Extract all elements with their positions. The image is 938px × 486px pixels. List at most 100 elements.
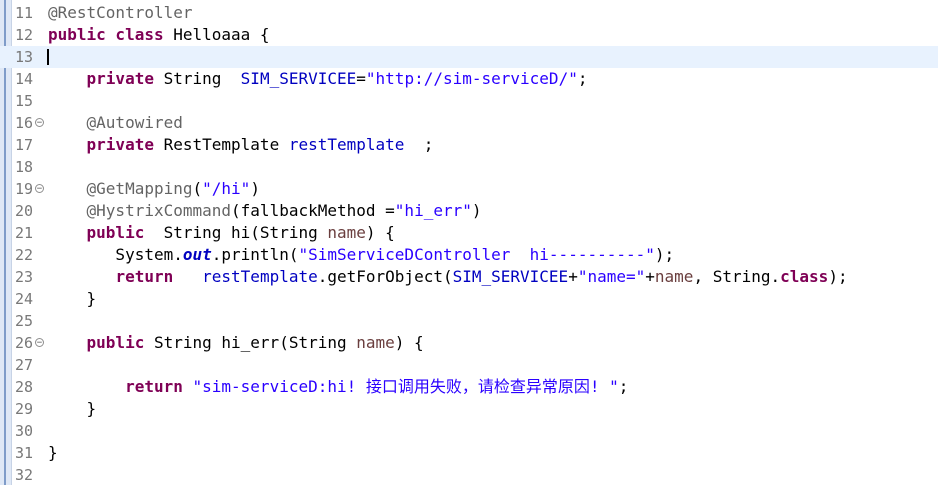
code-token: ; xyxy=(404,135,434,154)
code-line[interactable]: 19− @GetMapping("/hi") xyxy=(0,178,938,200)
code-token: @HystrixCommand xyxy=(86,201,232,220)
code-line[interactable]: 15 xyxy=(0,90,938,112)
code-token: String xyxy=(153,69,241,88)
code-line[interactable]: 25 xyxy=(0,310,938,332)
code-line[interactable]: 11 @RestController xyxy=(0,2,938,24)
code-text[interactable]: @HystrixCommand(fallbackMethod ="hi_err"… xyxy=(48,200,482,222)
line-number: 22 xyxy=(15,246,34,264)
code-token: ; xyxy=(618,377,629,396)
code-token: "hi_err" xyxy=(394,201,472,220)
code-token: name xyxy=(327,223,366,242)
code-token: name xyxy=(654,267,694,286)
code-line[interactable]: 24 } xyxy=(0,288,938,310)
code-token: String hi(String xyxy=(144,223,328,242)
code-text[interactable]: } xyxy=(48,398,97,420)
code-text[interactable]: return restTemplate.getForObject(SIM_SER… xyxy=(48,266,848,288)
code-line[interactable]: 20 @HystrixCommand(fallbackMethod ="hi_e… xyxy=(0,200,938,222)
code-token: ( xyxy=(192,179,203,198)
code-line[interactable]: 13 xyxy=(0,46,938,68)
fold-collapse-icon[interactable]: − xyxy=(35,338,44,348)
text-caret xyxy=(47,49,49,65)
code-token: @GetMapping xyxy=(86,179,193,198)
code-token: ); xyxy=(828,267,848,286)
code-token: String hi_err(String xyxy=(144,333,357,352)
code-token: ); xyxy=(654,245,675,264)
line-number: 11 xyxy=(15,4,34,22)
code-line[interactable]: 12 public class Helloaaa { xyxy=(0,24,938,46)
line-number: 27 xyxy=(15,356,34,374)
line-number: 29 xyxy=(15,400,34,418)
code-token: ) xyxy=(471,201,482,220)
code-token: = xyxy=(356,69,366,88)
code-text[interactable]: } xyxy=(48,442,58,464)
code-line[interactable]: 32 xyxy=(0,464,938,486)
code-text[interactable]: @RestController xyxy=(48,2,193,24)
code-token: "http://sim-serviceD/" xyxy=(365,69,578,88)
code-line[interactable]: 26− public String hi_err(String name) { xyxy=(0,332,938,354)
code-line[interactable]: 21 public String hi(String name) { xyxy=(0,222,938,244)
code-text[interactable]: @Autowired xyxy=(48,112,183,134)
line-number: 25 xyxy=(15,312,34,330)
code-text[interactable]: public String hi(String name) { xyxy=(48,222,395,244)
code-text[interactable]: System.out.println("SimServiceDControlle… xyxy=(48,244,674,266)
code-token: + xyxy=(645,267,655,286)
line-number: 30 xyxy=(15,422,34,440)
code-line[interactable]: 23 return restTemplate.getForObject(SIM_… xyxy=(0,266,938,288)
code-token: ) { xyxy=(394,333,424,352)
code-token: } xyxy=(48,443,58,462)
code-token: @Autowired xyxy=(86,113,183,132)
code-text[interactable]: @GetMapping("/hi") xyxy=(48,178,260,200)
code-line[interactable]: 22 System.out.println("SimServiceDContro… xyxy=(0,244,938,266)
code-token: private xyxy=(86,135,154,154)
code-token: RestTemplate xyxy=(153,135,289,154)
code-line[interactable]: 29 } xyxy=(0,398,938,420)
code-token: @RestController xyxy=(48,3,193,22)
code-line[interactable]: 16− @Autowired xyxy=(0,112,938,134)
code-lines[interactable]: 11 @RestController 12 public class Helloaaa… xyxy=(0,2,938,486)
code-text[interactable]: public class Helloaaa { xyxy=(48,24,270,46)
fold-collapse-icon[interactable]: − xyxy=(35,118,44,128)
code-token: ) { xyxy=(365,223,395,242)
code-line[interactable]: 31} xyxy=(0,442,938,464)
code-line[interactable]: 30 xyxy=(0,420,938,442)
code-token: Helloaaa { xyxy=(173,25,270,44)
code-line[interactable]: 27 xyxy=(0,354,938,376)
line-number: 15 xyxy=(15,92,34,110)
code-token: restTemplate xyxy=(202,267,318,286)
code-text[interactable]: } xyxy=(48,288,97,310)
code-token: "name=" xyxy=(577,267,646,286)
line-number: 14 xyxy=(15,70,34,88)
code-text[interactable]: public String hi_err(String name) { xyxy=(48,332,424,354)
code-token: } xyxy=(48,399,97,418)
code-token: out xyxy=(182,245,212,264)
fold-collapse-icon[interactable]: − xyxy=(35,184,44,194)
line-number: 21 xyxy=(15,224,34,242)
code-token: return xyxy=(115,267,174,286)
line-number: 13 xyxy=(15,48,34,66)
code-line[interactable]: 17 private RestTemplate restTemplate ; xyxy=(0,134,938,156)
code-token: class xyxy=(780,267,829,286)
code-token: System. xyxy=(48,245,183,264)
code-token: restTemplate xyxy=(288,135,405,154)
code-line[interactable]: 18 xyxy=(0,156,938,178)
code-line[interactable]: 28 return "sim-serviceD:hi! 接口调用失败，请检查异常… xyxy=(0,376,938,398)
code-line[interactable]: 14 private String SIM_SERVICEE="http://s… xyxy=(0,68,938,90)
code-token: SIM_SERVICEE xyxy=(452,267,569,286)
code-token: private xyxy=(86,69,154,88)
code-editor[interactable]: 11 @RestController 12 public class Helloaaa… xyxy=(0,0,938,485)
code-text[interactable]: private RestTemplate restTemplate ; xyxy=(48,134,434,156)
code-text[interactable]: return "sim-serviceD:hi! 接口调用失败，请检查异常原因!… xyxy=(48,376,628,398)
code-token: "sim-serviceD:hi! 接口调用失败，请检查异常原因! " xyxy=(192,377,619,396)
code-token: (fallbackMethod = xyxy=(231,201,395,220)
code-text[interactable]: private String SIM_SERVICEE="http://sim-… xyxy=(48,68,588,90)
